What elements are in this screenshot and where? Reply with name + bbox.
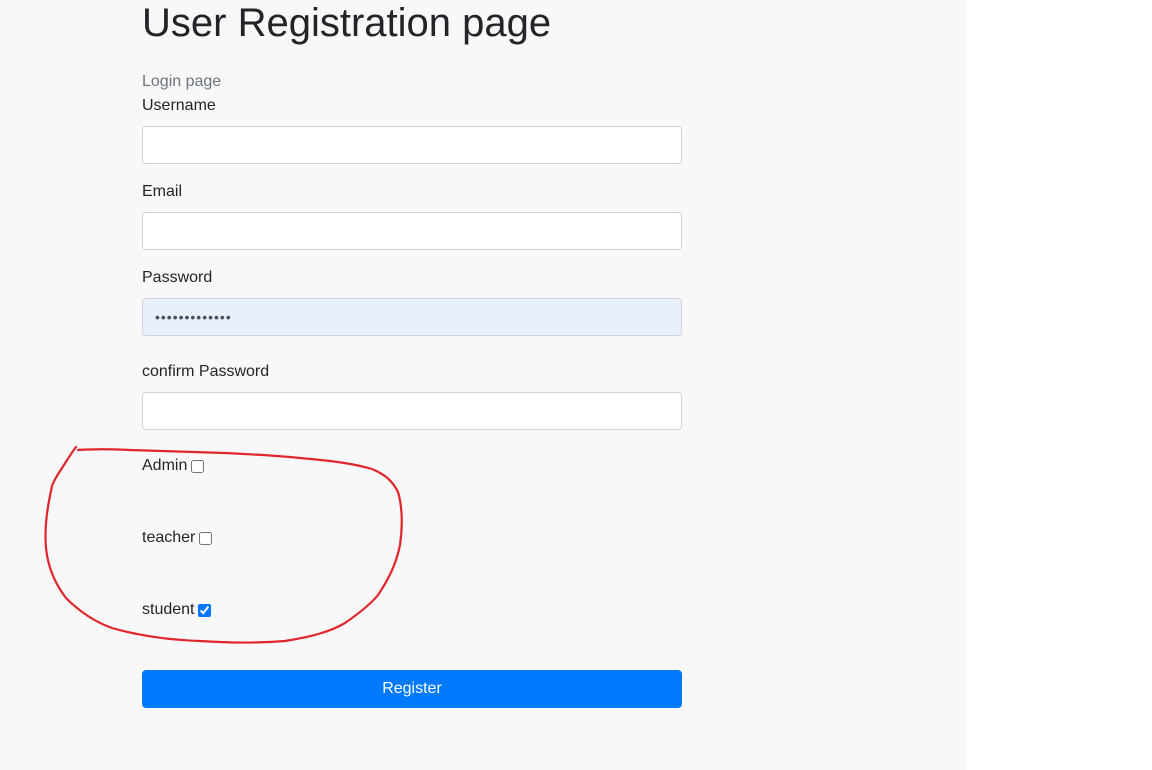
role-student-row: student	[142, 600, 212, 620]
email-label: Email	[142, 183, 183, 200]
role-student-checkbox[interactable]	[198, 603, 212, 617]
confirm-password-input[interactable]	[142, 392, 682, 430]
username-input[interactable]	[142, 126, 682, 164]
confirm-password-label: confirm Password	[142, 363, 270, 380]
email-input[interactable]	[142, 212, 682, 250]
password-input[interactable]	[142, 298, 682, 336]
login-page-link[interactable]: Login page	[142, 72, 221, 92]
role-teacher-checkbox[interactable]	[199, 531, 213, 545]
page-title: User Registration page	[142, 1, 552, 45]
role-teacher-label: teacher	[142, 529, 196, 546]
role-admin-row: Admin	[142, 456, 205, 476]
role-student-label: student	[142, 601, 195, 618]
role-teacher-row: teacher	[142, 528, 213, 548]
page: User Registration page Login page Userna…	[0, 0, 1152, 770]
username-label: Username	[142, 97, 216, 114]
role-admin-checkbox[interactable]	[191, 459, 205, 473]
password-label: Password	[142, 269, 213, 286]
register-button[interactable]: Register	[142, 670, 682, 708]
role-admin-label: Admin	[142, 457, 188, 474]
